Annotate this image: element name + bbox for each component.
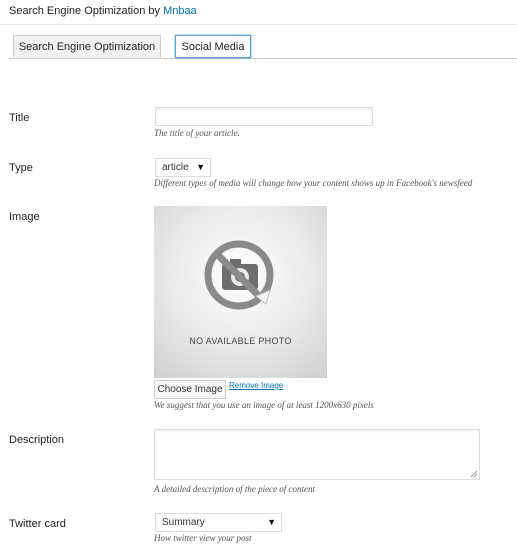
twitter-card-select[interactable]: Summary ▼ [155, 513, 282, 532]
header-prefix: Search Engine Optimization by [9, 5, 161, 17]
type-label: Type [9, 162, 33, 174]
title-input[interactable] [155, 107, 373, 126]
type-selected-value: article [162, 162, 189, 173]
choose-image-button[interactable]: Choose Image [154, 380, 226, 399]
title-description: The title of your article. [154, 128, 240, 138]
plugin-header: Search Engine Optimization by Mnbaa [0, 0, 517, 25]
triangle-down-icon: ▼ [196, 162, 205, 172]
image-label: Image [9, 211, 40, 223]
image-description: We suggest that you use an image of at l… [154, 400, 374, 410]
tab-seo[interactable]: Search Engine Optimization [13, 35, 161, 58]
twitter-card-description: How twitter view your post [154, 533, 252, 543]
twitter-card-label: Twitter card [9, 518, 66, 530]
remove-image-link[interactable]: Remove Image [229, 381, 283, 390]
tab-social-media[interactable]: Social Media [175, 35, 251, 58]
image-placeholder: NO AVAILABLE PHOTO [154, 206, 327, 378]
resize-grip-icon[interactable] [470, 470, 478, 478]
header-title: Search Engine Optimization by Mnbaa [9, 5, 197, 17]
twitter-card-selected-value: Summary [162, 517, 205, 528]
brand-link[interactable]: Mnbaa [163, 5, 197, 17]
type-description: Different types of media will change how… [154, 178, 473, 188]
description-label: Description [9, 434, 65, 446]
no-photo-text: NO AVAILABLE PHOTO [189, 336, 292, 346]
type-select[interactable]: article ▼ [155, 158, 211, 177]
triangle-down-icon: ▼ [267, 517, 276, 527]
title-label: Title [9, 112, 30, 124]
camera-off-icon [204, 240, 274, 310]
description-textarea[interactable] [154, 429, 480, 480]
description-help: A detailed description of the piece of c… [154, 484, 316, 494]
